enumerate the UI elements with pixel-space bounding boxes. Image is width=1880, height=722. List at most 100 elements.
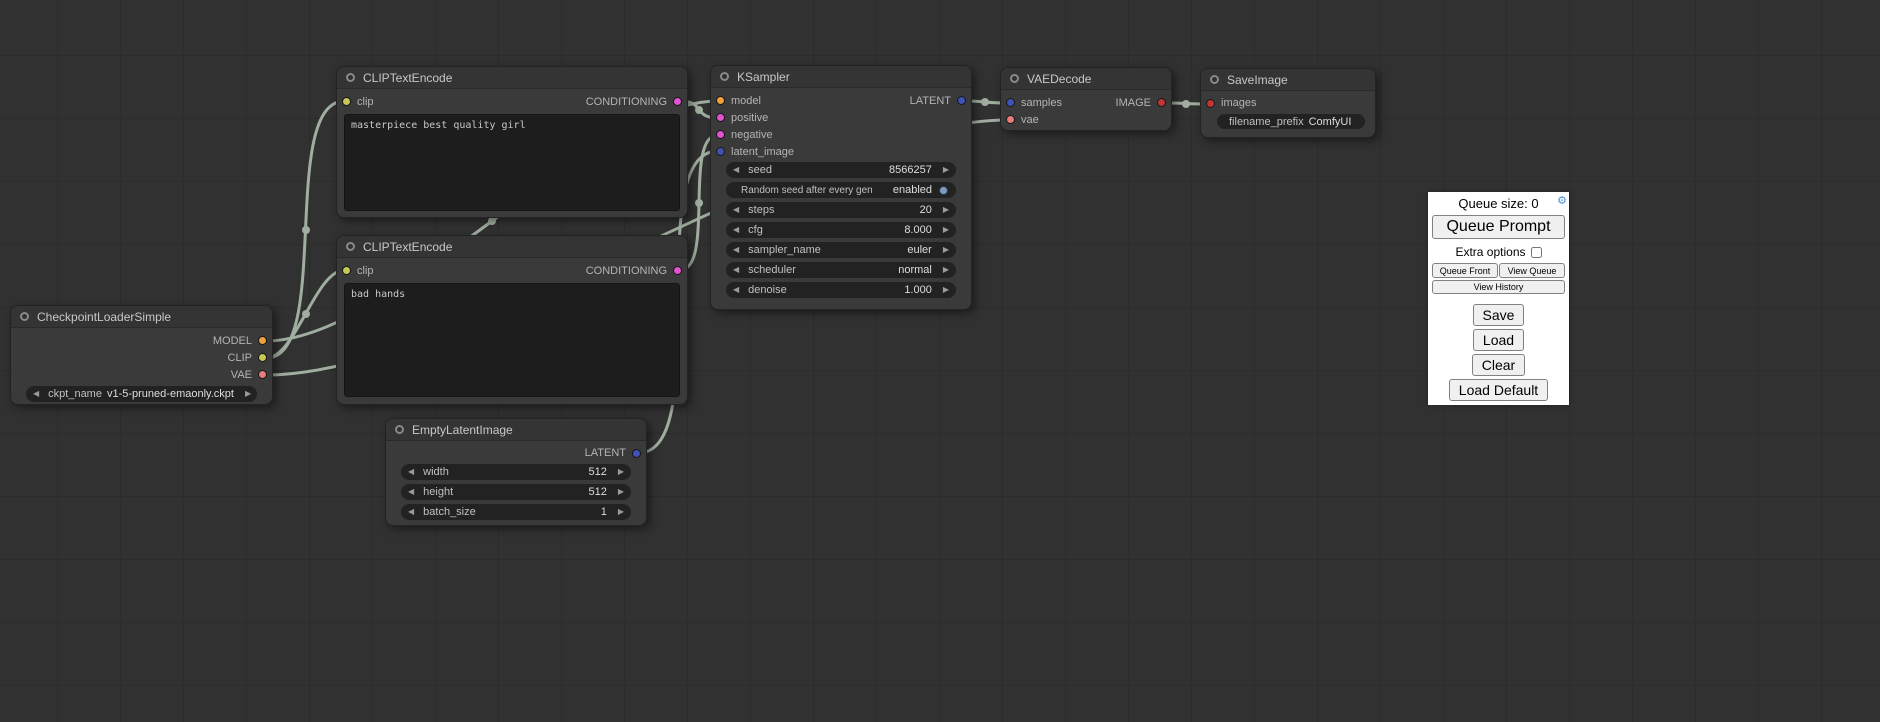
output-slot-conditioning[interactable] <box>673 97 682 106</box>
node-ksampler[interactable]: KSampler model LATENT positive negative … <box>710 65 972 310</box>
increment-arrow-icon[interactable]: ▶ <box>943 206 949 214</box>
link-midpoint-dot <box>488 217 496 225</box>
increment-arrow-icon[interactable]: ▶ <box>245 390 251 398</box>
input-slot-images[interactable] <box>1206 99 1215 108</box>
increment-arrow-icon[interactable]: ▶ <box>618 488 624 496</box>
view-history-button[interactable]: View History <box>1432 280 1565 294</box>
node-title-bar[interactable]: VAEDecode <box>1001 68 1171 90</box>
widget-scheduler[interactable]: ◀ scheduler normal ▶ <box>726 262 956 278</box>
decrement-arrow-icon[interactable]: ◀ <box>733 206 739 214</box>
node-cliptextencode-negative[interactable]: CLIPTextEncode clip CONDITIONING bad han… <box>336 235 688 405</box>
increment-arrow-icon[interactable]: ▶ <box>618 508 624 516</box>
widget-value: 1 <box>601 506 607 518</box>
decrement-arrow-icon[interactable]: ◀ <box>733 166 739 174</box>
increment-arrow-icon[interactable]: ▶ <box>943 286 949 294</box>
link-midpoint-dot <box>302 310 310 318</box>
clear-button[interactable]: Clear <box>1472 354 1525 376</box>
node-checkpointloadersimple[interactable]: CheckpointLoaderSimple MODEL CLIP VAE ◀ … <box>10 305 273 405</box>
decrement-arrow-icon[interactable]: ◀ <box>408 488 414 496</box>
collapse-dot-icon[interactable] <box>20 312 29 321</box>
widget-batch-size[interactable]: ◀ batch_size 1 ▶ <box>401 504 631 520</box>
toggle-indicator-icon[interactable] <box>939 186 948 195</box>
settings-gear-icon[interactable]: ⚙ <box>1557 194 1567 207</box>
widget-sampler-name[interactable]: ◀ sampler_name euler ▶ <box>726 242 956 258</box>
widget-value: normal <box>898 264 932 276</box>
node-title: EmptyLatentImage <box>412 423 513 437</box>
node-cliptextencode-positive[interactable]: CLIPTextEncode clip CONDITIONING masterp… <box>336 66 688 218</box>
negative-prompt-textarea[interactable]: bad hands <box>344 283 680 397</box>
decrement-arrow-icon[interactable]: ◀ <box>733 246 739 254</box>
decrement-arrow-icon[interactable]: ◀ <box>733 266 739 274</box>
input-slot-samples[interactable] <box>1006 98 1015 107</box>
output-slot-latent[interactable] <box>632 449 641 458</box>
widget-value: v1-5-pruned-emaonly.ckpt <box>107 388 234 400</box>
node-title-bar[interactable]: SaveImage <box>1201 69 1375 91</box>
graph-canvas[interactable]: CheckpointLoaderSimple MODEL CLIP VAE ◀ … <box>0 0 1880 722</box>
decrement-arrow-icon[interactable]: ◀ <box>408 508 414 516</box>
input-slot-vae[interactable] <box>1006 115 1015 124</box>
collapse-dot-icon[interactable] <box>395 425 404 434</box>
input-label-model: model <box>731 95 761 107</box>
input-slot-latent-image[interactable] <box>716 147 725 156</box>
input-slot-model[interactable] <box>716 96 725 105</box>
decrement-arrow-icon[interactable]: ◀ <box>408 468 414 476</box>
node-saveimage[interactable]: SaveImage images filename_prefix ComfyUI <box>1200 68 1376 138</box>
increment-arrow-icon[interactable]: ▶ <box>943 246 949 254</box>
widget-denoise[interactable]: ◀ denoise 1.000 ▶ <box>726 282 956 298</box>
save-button[interactable]: Save <box>1473 304 1525 326</box>
increment-arrow-icon[interactable]: ▶ <box>943 226 949 234</box>
collapse-dot-icon[interactable] <box>1210 75 1219 84</box>
decrement-arrow-icon[interactable]: ◀ <box>733 226 739 234</box>
queue-size-label: Queue size: 0 <box>1458 196 1538 211</box>
load-button[interactable]: Load <box>1473 329 1524 351</box>
decrement-arrow-icon[interactable]: ◀ <box>33 390 39 398</box>
queue-front-button[interactable]: Queue Front <box>1432 263 1498 278</box>
node-title-bar[interactable]: KSampler <box>711 66 971 88</box>
node-vaedecode[interactable]: VAEDecode samples IMAGE vae <box>1000 67 1172 131</box>
widget-value: 512 <box>588 466 606 478</box>
input-label-clip: clip <box>357 96 374 108</box>
widget-label: seed <box>748 164 772 176</box>
widget-random-seed-toggle[interactable]: Random seed after every gen enabled <box>726 182 956 198</box>
decrement-arrow-icon[interactable]: ◀ <box>733 286 739 294</box>
increment-arrow-icon[interactable]: ▶ <box>943 266 949 274</box>
input-slot-clip[interactable] <box>342 266 351 275</box>
output-slot-image[interactable] <box>1157 98 1166 107</box>
increment-arrow-icon[interactable]: ▶ <box>943 166 949 174</box>
widget-label: sampler_name <box>748 244 821 256</box>
node-title-bar[interactable]: CLIPTextEncode <box>337 67 687 89</box>
increment-arrow-icon[interactable]: ▶ <box>618 468 624 476</box>
output-slot-vae[interactable] <box>258 370 267 379</box>
widget-ckpt-name[interactable]: ◀ ckpt_name v1-5-pruned-emaonly.ckpt ▶ <box>26 386 257 402</box>
output-slot-latent[interactable] <box>957 96 966 105</box>
queue-prompt-button[interactable]: Queue Prompt <box>1432 215 1565 239</box>
input-slot-positive[interactable] <box>716 113 725 122</box>
output-slot-model[interactable] <box>258 336 267 345</box>
node-title: SaveImage <box>1227 73 1288 87</box>
widget-cfg[interactable]: ◀ cfg 8.000 ▶ <box>726 222 956 238</box>
input-slot-clip[interactable] <box>342 97 351 106</box>
node-emptylatentimage[interactable]: EmptyLatentImage LATENT ◀ width 512 ▶ ◀ … <box>385 418 647 526</box>
node-title-bar[interactable]: EmptyLatentImage <box>386 419 646 441</box>
collapse-dot-icon[interactable] <box>1010 74 1019 83</box>
widget-height[interactable]: ◀ height 512 ▶ <box>401 484 631 500</box>
widget-seed[interactable]: ◀ seed 8566257 ▶ <box>726 162 956 178</box>
node-title: KSampler <box>737 70 790 84</box>
output-slot-conditioning[interactable] <box>673 266 682 275</box>
extra-options-checkbox[interactable] <box>1531 247 1542 258</box>
widget-width[interactable]: ◀ width 512 ▶ <box>401 464 631 480</box>
output-slot-clip[interactable] <box>258 353 267 362</box>
collapse-dot-icon[interactable] <box>346 242 355 251</box>
input-slot-negative[interactable] <box>716 130 725 139</box>
collapse-dot-icon[interactable] <box>720 72 729 81</box>
widget-steps[interactable]: ◀ steps 20 ▶ <box>726 202 956 218</box>
link-midpoint-dot <box>1182 100 1190 108</box>
view-queue-button[interactable]: View Queue <box>1499 263 1565 278</box>
collapse-dot-icon[interactable] <box>346 73 355 82</box>
load-default-button[interactable]: Load Default <box>1449 379 1548 401</box>
widget-value: enabled <box>893 184 932 196</box>
node-title-bar[interactable]: CLIPTextEncode <box>337 236 687 258</box>
widget-filename-prefix[interactable]: filename_prefix ComfyUI <box>1217 114 1365 129</box>
positive-prompt-textarea[interactable]: masterpiece best quality girl <box>344 114 680 211</box>
node-title-bar[interactable]: CheckpointLoaderSimple <box>11 306 272 328</box>
